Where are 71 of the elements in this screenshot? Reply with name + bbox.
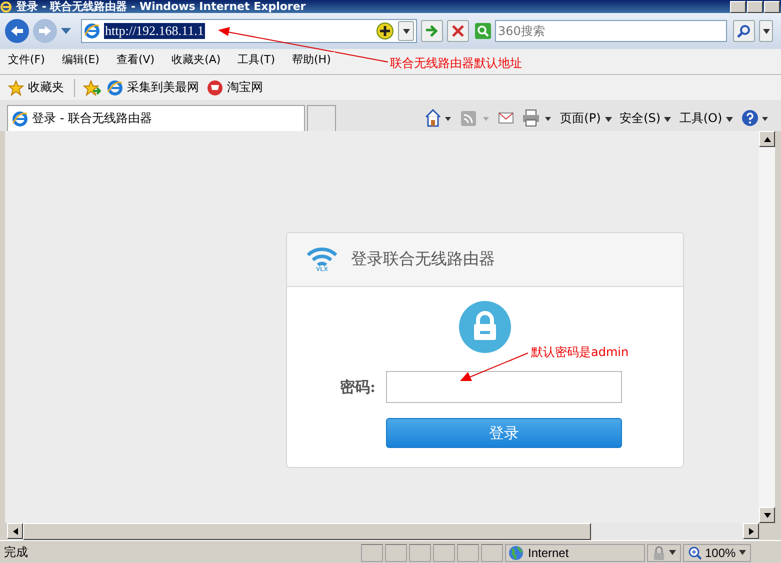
password-field[interactable]	[386, 371, 622, 403]
zoom-icon	[688, 546, 702, 560]
browser-tab[interactable]: 登录 - 联合无线路由器	[7, 105, 305, 131]
status-pane	[457, 544, 479, 562]
caret-icon	[726, 116, 733, 122]
search-icon	[737, 24, 751, 38]
history-dropdown-icon[interactable]	[61, 27, 71, 35]
vertical-scrollbar[interactable]	[759, 131, 775, 523]
password-label: 密码:	[340, 378, 376, 396]
page-icon	[107, 80, 123, 96]
command-menu[interactable]: 安全(S)	[620, 110, 672, 126]
close-icon	[452, 25, 464, 37]
command-menu[interactable]: 页面(P)	[560, 110, 612, 126]
page-icon	[84, 23, 100, 39]
right-arrow-icon	[425, 25, 439, 37]
go-button[interactable]	[421, 20, 443, 42]
add-favorite-icon[interactable]	[83, 80, 101, 96]
printer-icon[interactable]	[522, 109, 552, 127]
security-zone: Internet	[505, 544, 645, 562]
close-button[interactable]	[764, 0, 780, 12]
caret-icon	[664, 116, 672, 122]
lock-icon	[459, 301, 511, 353]
left-arrow-icon	[10, 25, 24, 37]
card-title: 登录联合无线路由器	[351, 249, 495, 270]
annotation-arrow	[460, 352, 528, 381]
back-button[interactable]	[5, 19, 29, 43]
right-arrow-icon	[38, 25, 52, 37]
favorites-button[interactable]: 收藏夹	[6, 79, 66, 96]
caret-icon	[604, 116, 612, 122]
address-dropdown-button[interactable]	[398, 21, 414, 41]
status-text: 完成	[4, 544, 29, 561]
status-pane	[385, 544, 407, 562]
search-field[interactable]: 360搜索	[495, 20, 727, 42]
globe-icon	[508, 544, 524, 560]
maximize-button[interactable]	[747, 0, 763, 12]
address-field[interactable]: http://192.168.11.1	[81, 19, 417, 43]
home-icon[interactable]	[424, 109, 452, 127]
status-pane	[409, 544, 431, 562]
right-arrow-icon	[748, 528, 754, 534]
caret-icon	[762, 28, 770, 34]
horizontal-scrollbar[interactable]	[7, 523, 759, 540]
down-arrow-icon	[764, 512, 770, 518]
search-button[interactable]	[733, 20, 755, 42]
zoom-button[interactable]: 100%	[683, 544, 751, 562]
annotation-text: 默认密码是admin	[531, 344, 629, 361]
minimize-button[interactable]	[730, 0, 746, 12]
caret-icon	[669, 550, 676, 555]
caret-icon	[738, 550, 746, 555]
annotation-text: 联合无线路由器默认地址	[390, 55, 522, 72]
browser-logo-icon	[0, 0, 12, 12]
status-pane	[433, 544, 455, 562]
status-pane	[361, 544, 383, 562]
window-title: 登录 - 联合无线路由器 - Windows Internet Explorer	[16, 0, 307, 13]
help-icon[interactable]	[741, 109, 769, 127]
page-icon	[12, 110, 28, 126]
wifi-icon	[305, 246, 339, 266]
lock-icon	[652, 546, 666, 560]
command-menu[interactable]: 工具(O)	[679, 110, 733, 126]
protected-mode-button[interactable]	[647, 544, 681, 562]
caret-icon	[402, 28, 410, 34]
favorite-link[interactable]: 淘宝网	[205, 79, 265, 96]
plus-icon[interactable]	[376, 22, 394, 40]
star-icon	[8, 80, 24, 96]
search-options-button[interactable]	[759, 20, 773, 42]
mail-icon[interactable]	[498, 111, 514, 125]
search-icon	[475, 23, 491, 39]
up-arrow-icon	[764, 136, 770, 142]
stop-button[interactable]	[447, 20, 469, 42]
favorite-link[interactable]: 采集到美最网	[105, 79, 201, 96]
left-arrow-icon	[12, 528, 18, 534]
status-pane	[481, 544, 503, 562]
